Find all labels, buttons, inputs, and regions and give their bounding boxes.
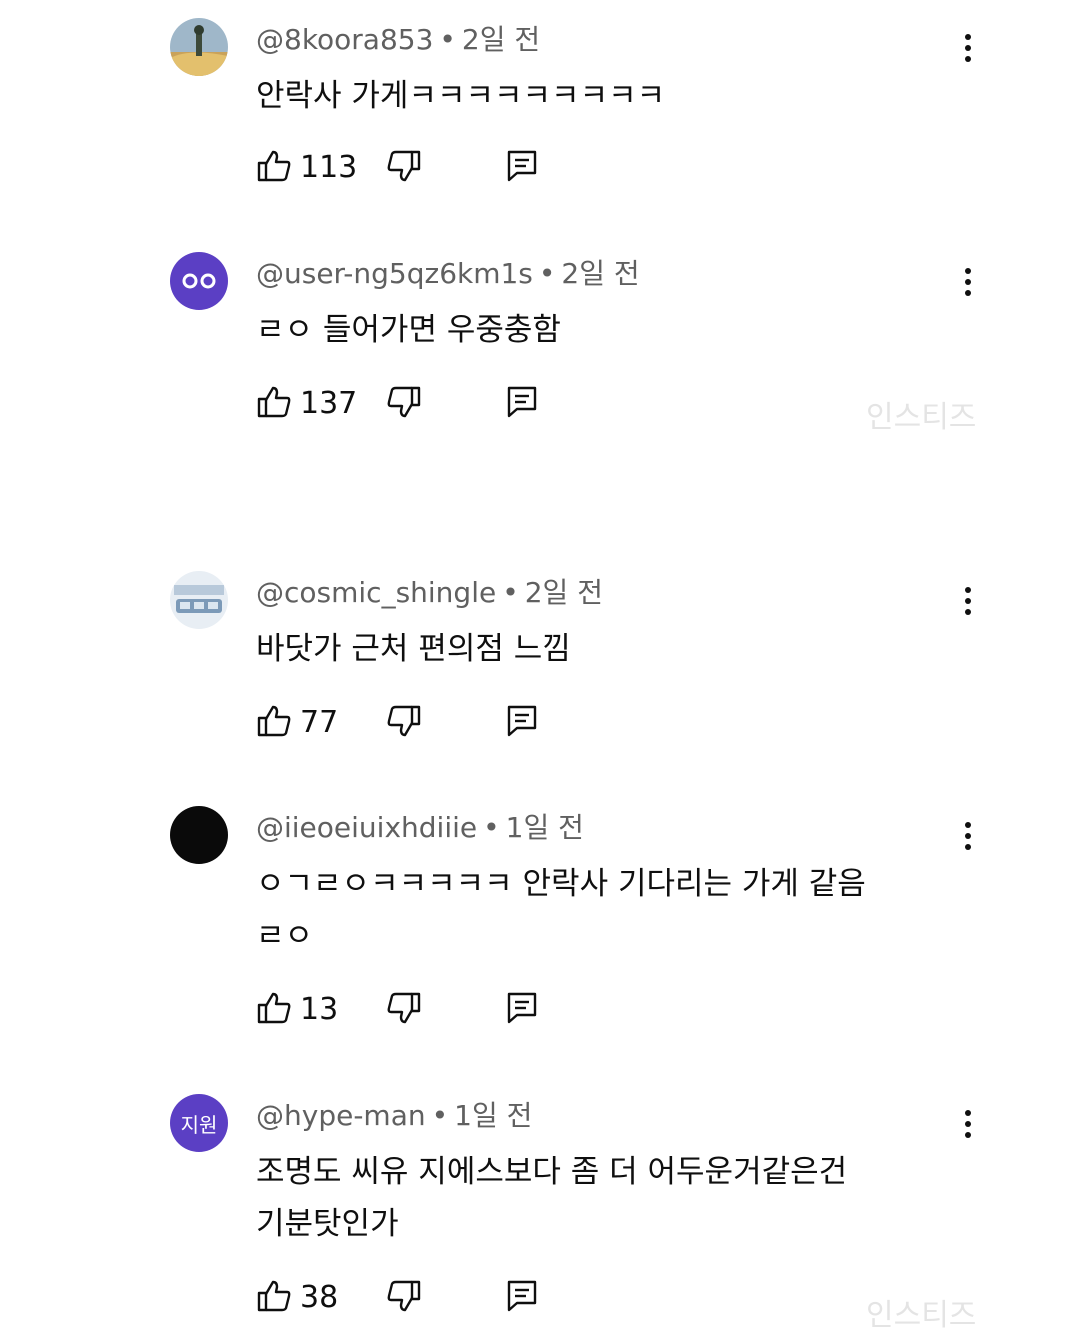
comment-meta: @hype-man • 1일 전	[256, 1096, 532, 1136]
comment-username[interactable]: @8koora853	[256, 23, 433, 56]
avatar-letters: 지원	[180, 1112, 218, 1137]
black-avatar-icon[interactable]	[170, 806, 228, 864]
comment-username[interactable]: @iieoeiuixhdiiie	[256, 811, 477, 844]
reply-comment-icon	[504, 148, 540, 188]
dislike-button[interactable]	[386, 1276, 422, 1320]
thumbs-down-icon	[386, 1278, 422, 1318]
thumbs-down-icon	[386, 148, 422, 188]
more-options-icon[interactable]	[948, 1100, 988, 1148]
meta-separator: •	[502, 576, 519, 609]
letter-avatar-icon[interactable]: 지원	[170, 1094, 228, 1152]
dislike-button[interactable]	[386, 701, 422, 745]
like-button[interactable]: 38	[256, 1276, 338, 1320]
comment-actions: 38	[256, 1276, 576, 1320]
dislike-button[interactable]	[386, 988, 422, 1032]
like-count: 137	[300, 386, 358, 421]
comment-text: ㅇㄱㄹㅇㅋㅋㅋㅋㅋ 안락사 기다리는 가게 같음 ㄹㅇ	[256, 866, 866, 954]
like-count: 77	[300, 705, 339, 740]
comment-age[interactable]: 2일 전	[525, 576, 603, 609]
reply-comment-icon	[504, 1278, 540, 1318]
reply-comment-icon	[504, 703, 540, 743]
thumbs-up-icon	[256, 148, 292, 188]
comment-text: 바닷가 근처 편의점 느낌	[256, 631, 571, 667]
dislike-button[interactable]	[386, 382, 422, 426]
meta-separator: •	[439, 23, 456, 56]
more-options-icon[interactable]	[948, 812, 988, 860]
thumbs-up-icon	[256, 990, 292, 1030]
comment-username[interactable]: @hype-man	[256, 1099, 426, 1132]
thumbs-up-icon	[256, 1278, 292, 1318]
comment-age[interactable]: 2일 전	[462, 23, 540, 56]
landscape-avatar-icon[interactable]	[170, 18, 228, 76]
reply-comment-icon	[504, 384, 540, 424]
like-count: 113	[300, 150, 358, 185]
like-button[interactable]: 13	[256, 988, 338, 1032]
comment-age[interactable]: 1일 전	[506, 811, 584, 844]
thumbs-down-icon	[386, 990, 422, 1030]
reply-comment-icon	[504, 990, 540, 1030]
comment-actions: 13	[256, 988, 576, 1032]
comment-text: 안락사 가게ㅋㅋㅋㅋㅋㅋㅋㅋㅋ	[256, 78, 666, 114]
comment-actions: 137	[256, 382, 576, 426]
thumbs-down-icon	[386, 384, 422, 424]
watermark-text: 인스티즈	[866, 1298, 977, 1333]
more-options-icon[interactable]	[948, 577, 988, 625]
comment-meta: @8koora853 • 2일 전	[256, 20, 540, 60]
like-count: 13	[300, 992, 339, 1027]
reply-button[interactable]	[504, 1276, 540, 1320]
more-options-icon[interactable]	[948, 24, 988, 72]
meta-separator: •	[431, 1099, 449, 1132]
thumbs-down-icon	[386, 703, 422, 743]
comment-text: 조명도 씨유 지에스보다 좀 더 어두운거같은건 기분탓인가	[256, 1154, 848, 1242]
meta-separator: •	[483, 811, 500, 844]
image-avatar-icon[interactable]	[170, 571, 228, 629]
comment-username[interactable]: @user-ng5qz6km1s	[256, 257, 533, 290]
comment-text: ㄹㅇ 들어가면 우중충함	[256, 312, 561, 348]
like-button[interactable]: 113	[256, 146, 357, 190]
reply-button[interactable]	[504, 701, 540, 745]
comment-meta: @cosmic_shingle • 2일 전	[256, 573, 603, 613]
purple-eyes-avatar-icon[interactable]	[170, 252, 228, 310]
more-options-icon[interactable]	[948, 258, 988, 306]
like-button[interactable]: 77	[256, 701, 338, 745]
reply-button[interactable]	[504, 988, 540, 1032]
reply-button[interactable]	[504, 382, 540, 426]
like-button[interactable]: 137	[256, 382, 357, 426]
meta-separator: •	[538, 257, 556, 290]
watermark-text: 인스티즈	[866, 400, 977, 435]
comment-actions: 77	[256, 701, 576, 745]
comment-meta: @user-ng5qz6km1s • 2일 전	[256, 254, 640, 294]
dislike-button[interactable]	[386, 146, 422, 190]
thumbs-up-icon	[256, 384, 292, 424]
comment-age[interactable]: 1일 전	[454, 1099, 532, 1132]
comment-username[interactable]: @cosmic_shingle	[256, 576, 496, 609]
comment-age[interactable]: 2일 전	[561, 257, 639, 290]
comment-meta: @iieoeiuixhdiiie • 1일 전	[256, 808, 584, 848]
like-count: 38	[300, 1280, 339, 1315]
comment-actions: 113	[256, 146, 576, 190]
thumbs-up-icon	[256, 703, 292, 743]
reply-button[interactable]	[504, 146, 540, 190]
